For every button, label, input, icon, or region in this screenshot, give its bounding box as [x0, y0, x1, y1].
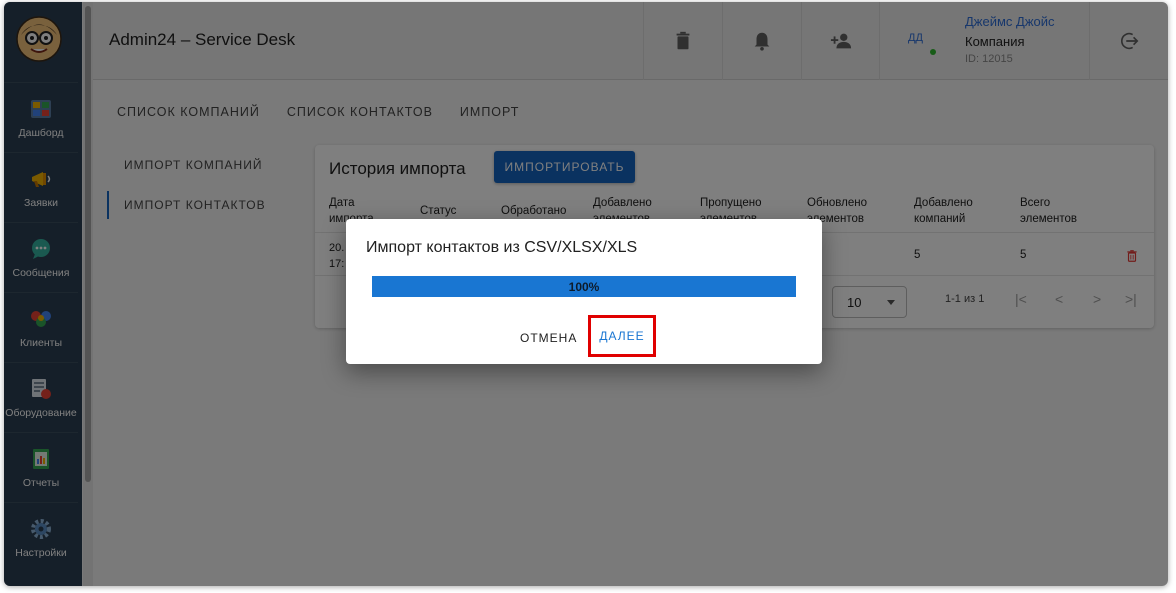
next-button[interactable]: ДАЛЕЕ — [588, 315, 656, 357]
app-window: Дашборд Заявки Сообщения — [4, 2, 1168, 586]
dialog-title: Импорт контактов из CSV/XLSX/XLS — [366, 239, 638, 256]
cancel-button[interactable]: ОТМЕНА — [520, 331, 577, 345]
progress-bar: 100% — [372, 276, 796, 297]
progress-text: 100% — [568, 279, 600, 294]
import-dialog: Импорт контактов из CSV/XLSX/XLS 100% ОТ… — [346, 219, 822, 364]
